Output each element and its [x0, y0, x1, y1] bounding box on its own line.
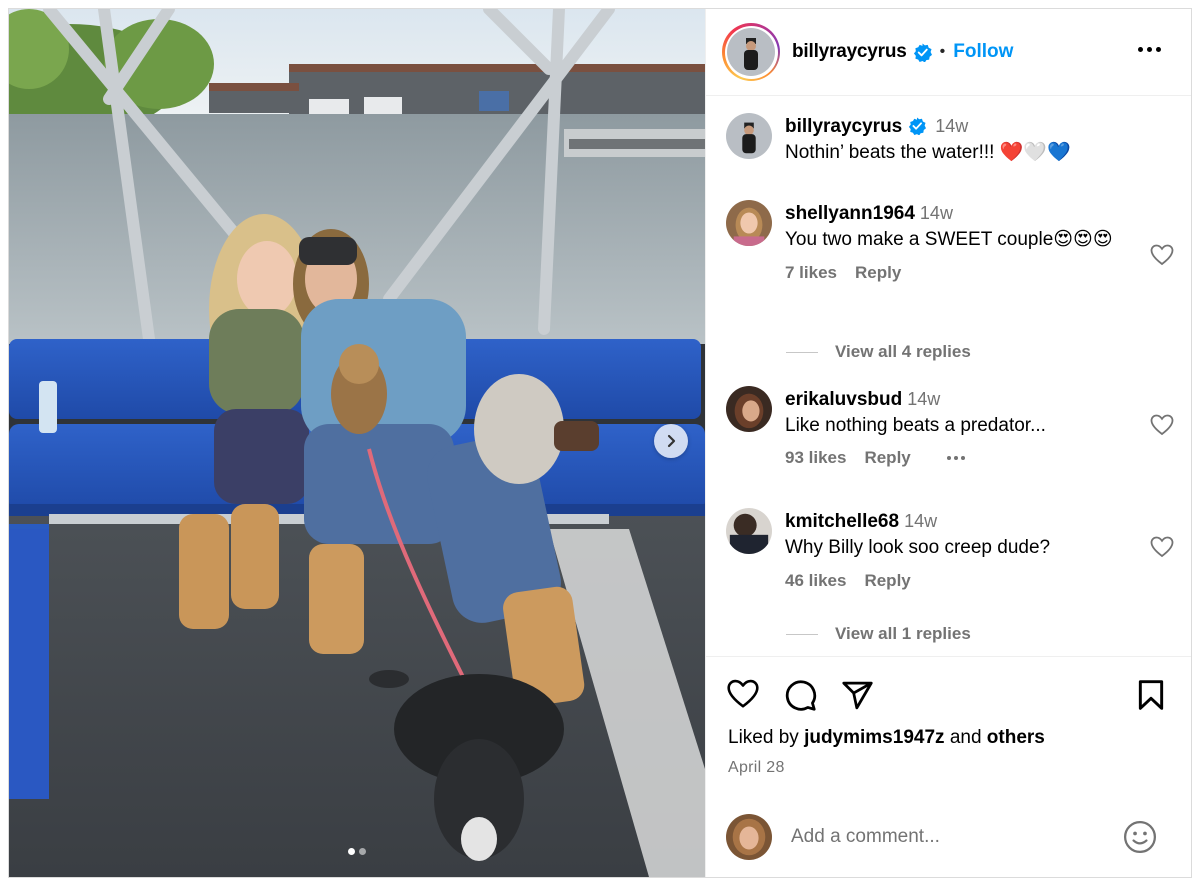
comment-likes[interactable]: 93 likes	[785, 448, 846, 468]
post-modal: billyraycyrus • Follow billyraycyrus 14w…	[8, 8, 1192, 878]
carousel-dot	[348, 848, 355, 855]
comment-text: You two make a SWEET couple😍😍😍	[785, 229, 1113, 250]
view-replies-label: View all 1 replies	[835, 624, 971, 643]
comment-timestamp[interactable]: 14w	[907, 389, 940, 409]
paper-plane-icon[interactable]	[841, 679, 874, 712]
post-header: billyraycyrus • Follow	[706, 9, 1191, 96]
carousel-next-button[interactable]	[654, 424, 688, 458]
comment-heart-icon[interactable]	[1150, 536, 1174, 558]
avatar	[726, 814, 772, 860]
comment-item: kmitchelle68 14w Why Billy look soo creep…	[726, 508, 1176, 591]
view-replies-button[interactable]: View all 1 replies	[786, 624, 971, 644]
replies-divider	[786, 351, 818, 353]
add-comment-input[interactable]	[791, 826, 1123, 848]
post-side-panel: billyraycyrus • Follow billyraycyrus 14w…	[705, 9, 1191, 877]
liked-by-prefix: Liked by	[728, 727, 799, 748]
reply-button[interactable]: Reply	[855, 263, 901, 283]
smiley-icon[interactable]	[1123, 820, 1157, 854]
heart-icon[interactable]	[726, 679, 760, 709]
story-ring[interactable]	[722, 23, 780, 81]
comment-bubble-icon[interactable]	[784, 679, 817, 712]
avatar[interactable]	[726, 113, 772, 159]
follow-button[interactable]: Follow	[953, 41, 1013, 63]
verified-badge-icon	[913, 42, 932, 62]
liked-by-user[interactable]: judymims1947z	[804, 727, 944, 748]
reply-button[interactable]: Reply	[864, 571, 910, 591]
comment-timestamp[interactable]: 14w	[920, 203, 953, 223]
comment-username[interactable]: shellyann1964	[785, 203, 915, 224]
more-options-icon[interactable]	[1138, 47, 1161, 52]
chevron-right-icon	[667, 434, 676, 448]
comment-username[interactable]: erikaluvsbud	[785, 389, 902, 410]
comment-heart-icon[interactable]	[1150, 244, 1174, 266]
verified-badge-icon	[908, 117, 927, 135]
comment-text: Like nothing beats a predator...	[785, 415, 1046, 436]
comment-likes[interactable]: 46 likes	[785, 571, 846, 591]
header-separator: •	[939, 43, 946, 60]
post-date[interactable]: April 28	[728, 759, 785, 777]
post-photo[interactable]	[9, 9, 705, 877]
pontoon-boat-photo	[9, 9, 705, 877]
comment-likes[interactable]: 7 likes	[785, 263, 837, 283]
post-author-username[interactable]: billyraycyrus	[792, 41, 907, 63]
liked-by-text: Liked by judymims1947z and others	[728, 727, 1045, 749]
carousel-indicator	[9, 848, 705, 855]
caption-timestamp[interactable]: 14w	[935, 116, 968, 136]
avatar	[727, 28, 775, 76]
add-comment-bar	[726, 797, 1171, 877]
avatar[interactable]	[726, 508, 772, 554]
avatar[interactable]	[726, 200, 772, 246]
comment-text: Why Billy look soo creep dude?	[785, 537, 1051, 558]
replies-divider	[786, 633, 818, 635]
post-actions: Liked by judymims1947z and others April …	[706, 656, 1191, 877]
caption-text: Nothin’ beats the water!!! ❤️🤍💙	[785, 142, 1071, 163]
view-replies-button[interactable]: View all 4 replies	[786, 342, 971, 362]
caption-username[interactable]: billyraycyrus	[785, 116, 902, 137]
comment-username[interactable]: kmitchelle68	[785, 511, 899, 532]
comment-item: shellyann1964 14w You two make a SWEET co…	[726, 200, 1176, 283]
comments-list[interactable]: billyraycyrus 14w Nothin’ beats the water…	[706, 96, 1191, 656]
comment-options-icon[interactable]	[946, 456, 965, 460]
comment-timestamp[interactable]: 14w	[904, 511, 937, 531]
post-caption: billyraycyrus 14w Nothin’ beats the water…	[726, 113, 1176, 166]
liked-by-others[interactable]: others	[987, 727, 1045, 748]
view-replies-label: View all 4 replies	[835, 342, 971, 361]
liked-by-middle: and	[949, 727, 982, 748]
comment-heart-icon[interactable]	[1150, 414, 1174, 436]
avatar[interactable]	[726, 386, 772, 432]
carousel-dot	[359, 848, 366, 855]
reply-button[interactable]: Reply	[864, 448, 910, 468]
bookmark-icon[interactable]	[1137, 679, 1165, 711]
comment-item: erikaluvsbud 14w Like nothing beats a pre…	[726, 386, 1176, 468]
